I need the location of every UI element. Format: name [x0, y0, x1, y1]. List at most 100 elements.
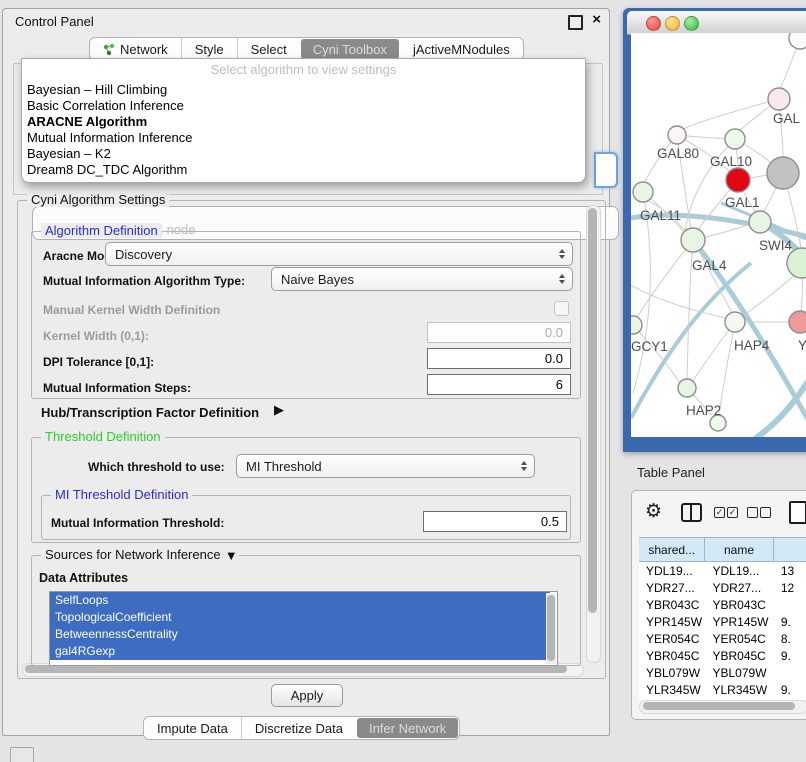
table-cell: YDL19... — [705, 564, 773, 578]
network-node-gal[interactable] — [768, 88, 790, 110]
tab-cyni-toolbox[interactable]: Cyni Toolbox — [301, 39, 399, 59]
network-icon — [103, 43, 115, 56]
data-attributes-list[interactable]: SelfLoopsTopologicalCoefficientBetweenne… — [49, 591, 558, 666]
expand-arrow-icon[interactable]: ▶ — [274, 403, 284, 418]
mi-threshold-label: Mutual Information Threshold: — [51, 516, 224, 530]
table-cell: YLR345W — [705, 683, 773, 697]
network-edge[interactable] — [693, 322, 735, 381]
column-header[interactable]: name — [705, 538, 773, 561]
network-canvas[interactable]: GALGAL80GAL10GAL11GAL1SWI4GAL4GCY1HAP4YH… — [631, 33, 806, 437]
minimized-panel-icon[interactable] — [10, 747, 34, 762]
network-node-y[interactable] — [789, 311, 806, 333]
table-cell: 8. — [774, 632, 806, 646]
select-all-icon[interactable]: ✓ — [727, 507, 738, 518]
tab-style[interactable]: Style — [181, 38, 237, 60]
table-row[interactable]: YER054CYER054C8. — [639, 630, 806, 647]
which-threshold-value: MI Threshold — [246, 459, 322, 474]
mi-type-value: Naive Bayes — [281, 272, 354, 287]
table-row[interactable]: YPR145WYPR145W9. — [639, 613, 806, 630]
network-edge[interactable] — [719, 322, 735, 413]
table-horizontal-scrollbar[interactable] — [639, 700, 806, 714]
list-item[interactable]: gal4RGexp — [50, 643, 550, 660]
close-window-icon[interactable] — [646, 16, 661, 31]
mi-threshold-input[interactable]: 0.5 — [423, 511, 567, 532]
tab-jactivemnodules[interactable]: jActiveMNodules — [400, 38, 523, 60]
which-threshold-label: Which threshold to use: — [88, 460, 225, 474]
dropdown-option[interactable]: Dream8 DC_TDC Algorithm — [27, 162, 187, 177]
settings-vertical-scrollbar[interactable] — [586, 205, 601, 663]
close-icon[interactable]: × — [592, 14, 601, 25]
tab-select[interactable]: Select — [237, 38, 300, 60]
network-node-gal80[interactable] — [668, 126, 686, 144]
network-node-gcy1[interactable] — [631, 316, 642, 334]
network-node-gal10[interactable] — [725, 129, 745, 149]
kernel-width-label: Kernel Width (0,1): — [43, 329, 149, 343]
list-vertical-scrollbar[interactable] — [546, 593, 556, 664]
table-header-row[interactable]: shared...name — [639, 537, 806, 562]
table-row[interactable]: YDR27...YDR27...12 — [639, 579, 806, 596]
deselect-all-icon[interactable] — [760, 507, 771, 518]
dropdown-option[interactable]: Bayesian – K2 — [27, 146, 111, 161]
table-row[interactable]: YDL19...YDL19...13 — [639, 562, 806, 579]
network-node-swi4[interactable] — [749, 211, 771, 233]
network-node-gal4[interactable] — [681, 228, 705, 252]
collapse-arrow-icon[interactable]: ▼ — [224, 551, 235, 562]
network-node-gal11[interactable] — [633, 182, 653, 202]
manual-kernel-checkbox[interactable] — [554, 301, 569, 316]
network-edge[interactable] — [683, 99, 779, 129]
list-item[interactable]: TopologicalCoefficient — [50, 609, 550, 626]
table-row[interactable]: YBL079WYBL079W — [639, 664, 806, 681]
which-threshold-combobox[interactable]: MI Threshold — [236, 454, 535, 478]
gear-icon[interactable]: ⚙ — [645, 500, 662, 522]
dropdown-option[interactable]: ARACNE Algorithm — [27, 114, 147, 129]
node-label: GAL11 — [640, 208, 681, 223]
tab-label: Network — [120, 42, 168, 57]
hub-definition-label[interactable]: Hub/Transcription Factor Definition — [41, 405, 259, 420]
dropdown-option[interactable]: Mutual Information Inference — [27, 130, 192, 145]
network-window-titlebar[interactable] — [627, 11, 806, 35]
mi-type-combobox[interactable]: Naive Bayes — [271, 267, 573, 291]
tab-discretize-data[interactable]: Discretize Data — [241, 717, 356, 739]
table-row[interactable]: YBR043CYBR043C — [639, 596, 806, 613]
table-cell: YDL19... — [639, 564, 705, 578]
network-node-hap2[interactable] — [678, 379, 696, 397]
network-edge[interactable] — [637, 240, 693, 318]
document-icon[interactable] — [789, 501, 806, 524]
table-row[interactable]: YBR045CYBR045C9. — [639, 647, 806, 664]
table-cell: 12 — [774, 581, 806, 595]
network-edge[interactable] — [749, 377, 806, 437]
select-all-icon[interactable]: ✓ — [714, 507, 725, 518]
zoom-window-icon[interactable] — [684, 16, 699, 31]
mi-steps-input[interactable]: 6 — [427, 374, 571, 395]
column-header[interactable]: shared... — [639, 538, 705, 561]
network-node-hap4[interactable] — [725, 312, 745, 332]
aracne-mode-combobox[interactable]: Discovery — [105, 242, 573, 266]
table-row[interactable]: YLR345WYLR345W9. — [639, 681, 806, 698]
algorithm-combobox-fragment[interactable] — [594, 152, 618, 188]
network-node[interactable] — [789, 33, 806, 49]
cyni-settings-title: Cyni Algorithm Settings — [27, 192, 169, 207]
tab-network[interactable]: Network — [90, 38, 181, 60]
deselect-all-icon[interactable] — [747, 507, 758, 518]
network-node[interactable] — [726, 168, 750, 192]
table-cell: YPR145W — [639, 615, 705, 629]
apply-button-label: Apply — [291, 688, 324, 703]
tab-infer-network[interactable]: Infer Network — [357, 718, 458, 738]
tab-impute-data[interactable]: Impute Data — [144, 717, 241, 739]
columns-icon[interactable] — [681, 503, 702, 522]
network-node-gal1[interactable] — [767, 157, 799, 189]
column-header[interactable] — [774, 538, 806, 561]
list-item[interactable]: SelfLoops — [50, 592, 550, 609]
minimize-window-icon[interactable] — [665, 16, 680, 31]
kernel-width-input[interactable]: 0.0 — [427, 322, 571, 343]
network-edge[interactable] — [631, 283, 731, 319]
node-table[interactable]: shared...name YDL19...YDL19...13YDR27...… — [639, 537, 806, 700]
list-item[interactable]: BetweennessCentrality — [50, 626, 550, 643]
apply-button[interactable]: Apply — [271, 684, 343, 707]
float-panel-icon[interactable] — [568, 15, 583, 30]
threshold-definition-title: Threshold Definition — [41, 429, 165, 444]
dropdown-option[interactable]: Bayesian – Hill Climbing — [27, 82, 167, 97]
dropdown-option[interactable]: Basic Correlation Inference — [27, 98, 184, 113]
dpi-tolerance-input[interactable]: 0.0 — [427, 348, 571, 369]
network-edge[interactable] — [735, 271, 799, 322]
